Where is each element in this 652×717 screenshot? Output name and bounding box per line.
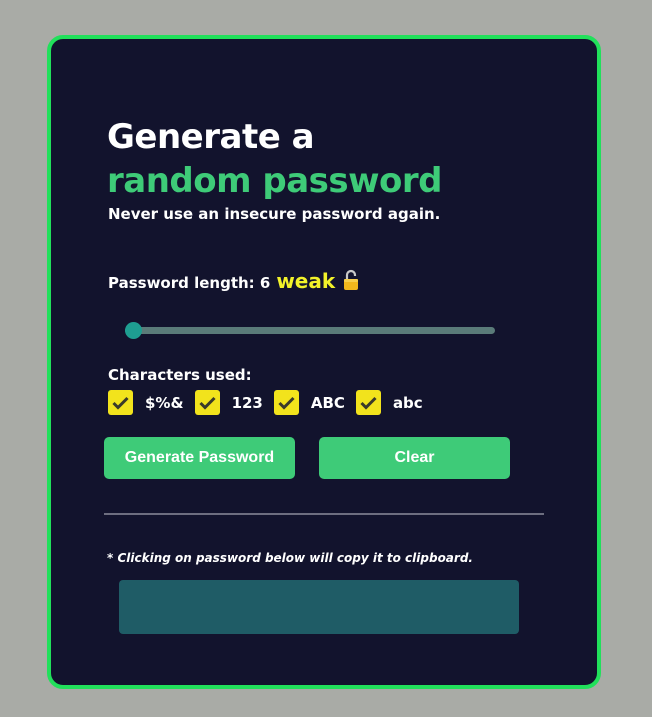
title-line-1: Generate a <box>107 117 315 157</box>
numbers-checkbox[interactable] <box>194 390 220 415</box>
title-line-2: random password <box>107 161 443 201</box>
divider <box>104 513 544 515</box>
generate-password-button[interactable]: Generate Password <box>104 437 295 479</box>
uppercase-checkbox[interactable] <box>273 390 299 415</box>
slider-thumb[interactable] <box>125 322 142 339</box>
password-length-slider[interactable] <box>125 322 495 339</box>
lowercase-label: abc <box>392 393 423 412</box>
clipboard-note: * Clicking on password below will copy i… <box>107 551 473 565</box>
clear-button[interactable]: Clear <box>319 437 510 479</box>
slider-track[interactable] <box>125 327 495 334</box>
open-lock-icon <box>343 269 359 291</box>
character-options: $%& 123 ABC abc <box>108 390 434 415</box>
subtitle: Never use an insecure password again. <box>108 205 441 223</box>
option-uppercase[interactable]: ABC <box>273 390 345 415</box>
check-icon <box>199 396 216 410</box>
option-lowercase[interactable]: abc <box>355 390 423 415</box>
check-icon <box>360 396 377 410</box>
check-icon <box>112 396 129 410</box>
symbols-label: $%& <box>145 393 184 412</box>
uppercase-label: ABC <box>310 393 345 412</box>
lowercase-checkbox[interactable] <box>355 390 381 415</box>
option-numbers[interactable]: 123 <box>194 390 263 415</box>
symbols-checkbox[interactable] <box>108 390 133 415</box>
check-icon <box>278 396 295 410</box>
characters-used-label: Characters used: <box>108 366 252 384</box>
password-generator-card: Generate a random password Never use an … <box>47 35 601 689</box>
password-length-row: Password length: 6 weak <box>108 266 359 293</box>
option-symbols[interactable]: $%& <box>108 390 184 415</box>
page-title: Generate a random password <box>107 115 443 203</box>
password-output[interactable] <box>119 580 519 634</box>
strength-label: weak <box>276 269 336 293</box>
password-length-label: Password length: 6 <box>108 274 271 292</box>
numbers-label: 123 <box>231 393 263 412</box>
